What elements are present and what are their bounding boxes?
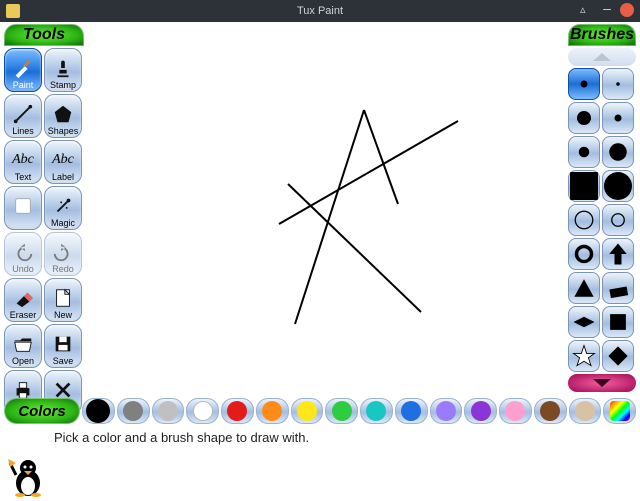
tool-label[interactable]: AbcLabel [44,140,82,184]
color-swatch-12[interactable] [499,398,532,424]
brush-dot-0[interactable] [568,68,600,100]
tux-mascot-icon [8,455,48,497]
brush-dot-3[interactable] [602,102,634,134]
color-swatch-0[interactable] [82,398,115,424]
tool-open[interactable]: Open [4,324,42,368]
color-swatch-3[interactable] [186,398,219,424]
stroke [364,110,398,204]
stroke [279,121,458,224]
brush-dot-7[interactable] [602,170,634,202]
drawing-canvas[interactable] [88,24,568,394]
tool-lines[interactable]: Lines [4,94,42,138]
tool-label: Undo [12,264,34,274]
tool-label: Lines [12,126,34,136]
tool-label: Stamp [50,80,76,90]
tool-label: Paint [13,80,34,90]
color-swatch-5[interactable] [256,398,289,424]
color-swatch-2[interactable] [152,398,185,424]
color-swatch-15[interactable] [603,398,636,424]
tool-label: Text [15,172,32,182]
tool-save[interactable]: Save [44,324,82,368]
color-swatch-8[interactable] [360,398,393,424]
color-swatch-6[interactable] [291,398,324,424]
brush-diamond-flat-14[interactable] [568,306,600,338]
color-swatch-9[interactable] [395,398,428,424]
tool-stamp[interactable]: Stamp [44,48,82,92]
tool-text[interactable]: AbcText [4,140,42,184]
tool-fill[interactable] [4,186,42,230]
tools-heading: Tools [4,24,84,46]
brush-diamond-17[interactable] [602,340,634,372]
tool-shapes[interactable]: Shapes [44,94,82,138]
colors-heading: Colors [4,398,80,424]
color-swatch-4[interactable] [221,398,254,424]
brush-dot-2[interactable] [568,102,600,134]
tool-label: Open [12,356,34,366]
tool-label: Label [52,172,74,182]
brush-arrow-up-11[interactable] [602,238,634,270]
brush-dot-1[interactable] [602,68,634,100]
tool-paint[interactable]: Paint [4,48,42,92]
window-close-icon[interactable] [620,3,634,17]
window-title: Tux Paint [297,5,343,17]
color-swatch-13[interactable] [534,398,567,424]
color-swatch-7[interactable] [325,398,358,424]
tool-label: Save [53,356,74,366]
brush-dot-4[interactable] [568,136,600,168]
color-swatch-10[interactable] [430,398,463,424]
brush-dot-5[interactable] [602,136,634,168]
tool-new[interactable]: New [44,278,82,322]
color-swatch-14[interactable] [569,398,602,424]
color-swatch-11[interactable] [464,398,497,424]
brush-donut-10[interactable] [568,238,600,270]
brush-square-solid-15[interactable] [602,306,634,338]
window-up-icon[interactable]: ▵ [580,3,594,17]
brush-scroll-up[interactable] [568,48,636,66]
stroke [295,110,364,324]
brush-dot-6[interactable] [568,170,600,202]
brushes-heading: Brushes [568,24,636,46]
app-icon [6,4,20,18]
tool-magic[interactable]: Magic [44,186,82,230]
tool-label: Redo [52,264,74,274]
status-hint: Pick a color and a brush shape to draw w… [54,430,309,445]
tool-redo: Redo [44,232,82,276]
tool-label: Shapes [48,126,79,136]
brush-ring-9[interactable] [602,204,634,236]
tool-eraser[interactable]: Eraser [4,278,42,322]
tool-undo: Undo [4,232,42,276]
stroke [288,184,421,312]
window-titlebar: Tux Paint ▵ – [0,0,640,22]
tool-label: Magic [51,218,75,228]
brush-ring-8[interactable] [568,204,600,236]
brush-square-13[interactable] [602,272,634,304]
brushes-panel: Brushes [568,24,636,392]
brush-scroll-down[interactable] [568,374,636,392]
brush-triangle-12[interactable] [568,272,600,304]
brush-star-16[interactable] [568,340,600,372]
color-swatch-1[interactable] [117,398,150,424]
tool-label: New [54,310,72,320]
colors-panel: Colors [4,398,636,424]
tools-panel: Tools Paint Stamp Lines Shapes AbcTextAbcLab… [4,24,84,414]
tool-label: Eraser [10,310,37,320]
window-minimize-icon[interactable]: – [600,3,614,17]
